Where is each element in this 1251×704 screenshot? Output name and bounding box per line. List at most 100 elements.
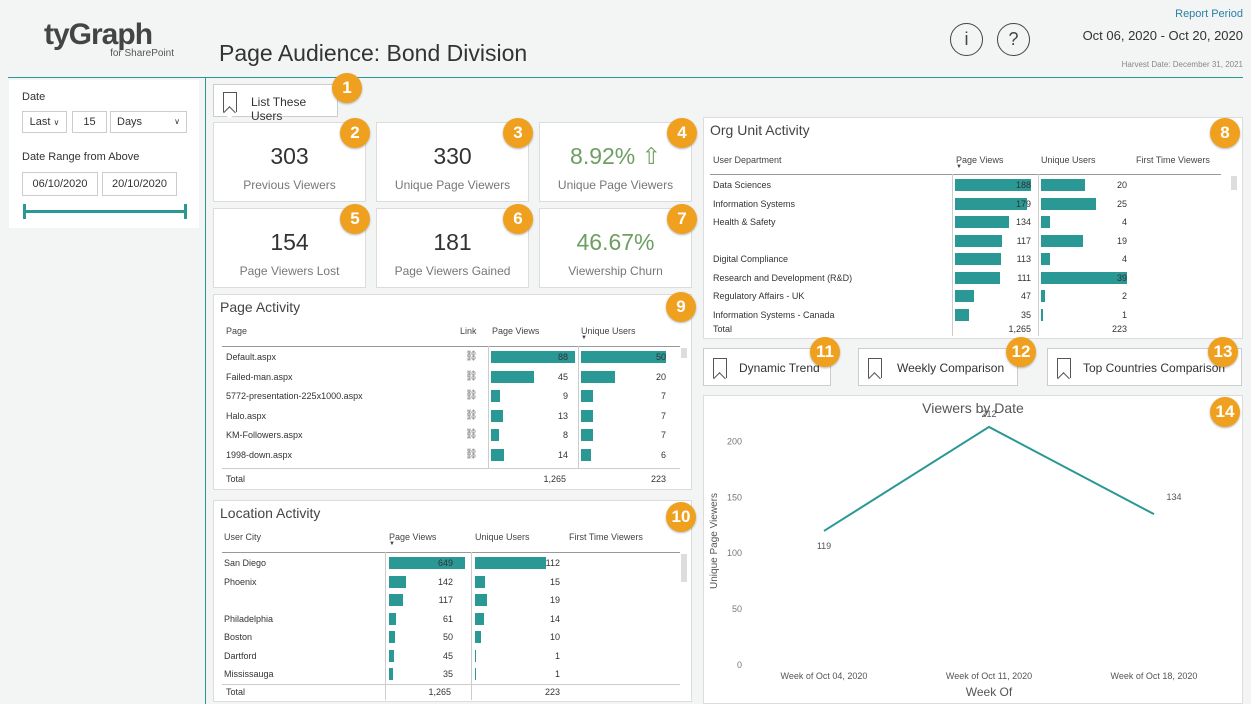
users-value: 4 (1121, 254, 1127, 264)
col-header-unique-users[interactable]: Unique Users (475, 532, 530, 542)
badge-10: 10 (666, 502, 696, 532)
col-header-unique-users[interactable]: Unique Users (581, 326, 636, 336)
views-value: 117 (1016, 235, 1031, 246)
badge-1: 1 (332, 73, 362, 103)
kpi-label: Page Viewers Gained (394, 264, 511, 278)
location-activity-title: Location Activity (220, 505, 321, 521)
users-value: 19 (549, 595, 560, 605)
col-header-page-views[interactable]: Page Views (492, 326, 539, 336)
weekly-comparison-button[interactable]: Weekly Comparison (858, 348, 1018, 386)
users-value: 25 (1116, 198, 1127, 209)
table-row[interactable]: Digital Compliance 113 4 (704, 251, 1224, 268)
link-icon[interactable]: ⛓ (465, 390, 478, 401)
table-row[interactable]: Research and Development (R&D) 111 39 (704, 270, 1224, 287)
table-row[interactable]: Information Systems - Canada 35 1 (704, 307, 1224, 324)
table-row[interactable]: Data Sciences 188 20 (704, 177, 1224, 194)
number-input[interactable]: 15 (72, 111, 107, 133)
table-row[interactable]: 1998-down.aspx ⛓ 14 6 (214, 447, 684, 465)
department-name: Information Systems - Canada (713, 309, 835, 320)
date-slider-handle-start[interactable] (23, 204, 26, 219)
table-row[interactable]: Default.aspx ⛓ 88 50 (214, 349, 684, 367)
col-header-user-department[interactable]: User Department (713, 155, 782, 165)
header-rule (222, 346, 680, 347)
city-name: Boston (224, 632, 253, 642)
col-header-page-views[interactable]: Page Views (956, 155, 1003, 165)
users-bar (581, 409, 593, 422)
table-row[interactable]: Philadelphia 61 14 (214, 611, 684, 628)
table-row[interactable]: Dartford 45 1 (214, 648, 684, 665)
table-row[interactable]: Phoenix 142 15 (214, 574, 684, 591)
table-row[interactable]: Mississauga 35 1 (214, 666, 684, 683)
chevron-down-icon: ∨ (174, 117, 180, 126)
sort-desc-icon[interactable]: ▼ (581, 335, 587, 341)
badge-12: 12 (1006, 337, 1036, 367)
col-header-first-time-viewers[interactable]: First Time Viewers (569, 532, 643, 542)
table-row[interactable]: Boston 50 10 (214, 629, 684, 646)
col-header-first-time-viewers[interactable]: First Time Viewers (1136, 155, 1210, 165)
link-icon[interactable]: ⛓ (465, 449, 478, 460)
help-icon[interactable]: ? (997, 23, 1030, 56)
location-activity-table: Location Activity User City Page Views ▼… (213, 500, 692, 702)
col-header-link[interactable]: Link (460, 326, 477, 336)
info-icon[interactable]: i (950, 23, 983, 56)
sort-desc-icon[interactable]: ▼ (956, 164, 962, 170)
table-row[interactable]: San Diego 649 112 (214, 555, 684, 572)
link-icon[interactable]: ⛓ (465, 410, 478, 421)
col-header-page-views[interactable]: Page Views (389, 532, 436, 542)
table-row[interactable]: 117 19 (214, 592, 684, 609)
kpi-label: Unique Page Viewers (394, 178, 511, 192)
col-header-user-city[interactable]: User City (224, 532, 261, 542)
date-slider-handle-end[interactable] (184, 204, 187, 219)
scrollbar[interactable] (1231, 176, 1237, 190)
table-row[interactable]: Halo.aspx ⛓ 13 7 (214, 408, 684, 426)
table-row[interactable]: Information Systems 179 25 (704, 196, 1224, 213)
kpi-label: Viewership Churn (568, 264, 663, 278)
list-users-button[interactable]: List These Users (213, 84, 338, 123)
relative-select[interactable]: Last ∨ (22, 111, 67, 133)
viewers-by-date-chart: Viewers by Date 0 50 100 150 200 Unique Page V… (703, 395, 1243, 704)
views-bar (491, 449, 505, 461)
header-divider (8, 77, 1243, 78)
link-icon[interactable]: ⛓ (465, 429, 478, 440)
users-value: 20 (655, 371, 666, 382)
link-icon[interactable]: ⛓ (465, 351, 478, 362)
users-value: 39 (1116, 272, 1127, 283)
users-value: 14 (549, 613, 560, 624)
bookmark-icon (1057, 358, 1071, 378)
users-value: 7 (660, 391, 666, 402)
users-value: 6 (660, 450, 666, 460)
sort-desc-icon[interactable]: ▼ (389, 541, 395, 547)
page-name: KM-Followers.aspx (226, 430, 303, 441)
table-row[interactable]: Regulatory Affairs - UK 47 2 (704, 288, 1224, 305)
views-value: 35 (1020, 309, 1031, 320)
users-bar (581, 429, 593, 442)
badge-13: 13 (1208, 337, 1238, 367)
unit-select[interactable]: Days ∨ (110, 111, 187, 133)
users-bar (581, 390, 593, 403)
city-name: San Diego (224, 558, 267, 568)
table-row[interactable]: Failed-man.aspx ⛓ 45 20 (214, 369, 684, 387)
scrollbar[interactable] (681, 348, 687, 358)
y-tick-label: 0 (737, 660, 742, 670)
col-header-page[interactable]: Page (226, 326, 247, 336)
date-slider-track[interactable] (25, 210, 185, 213)
y-tick-label: 100 (727, 548, 742, 558)
header-rule (222, 552, 680, 553)
scrollbar[interactable] (681, 554, 687, 582)
table-row[interactable]: 117 19 (704, 233, 1224, 250)
start-date-input[interactable]: 06/10/2020 (22, 172, 98, 196)
table-row[interactable]: 5772-presentation-225x1000.aspx ⛓ 9 7 (214, 388, 684, 406)
table-row[interactable]: KM-Followers.aspx ⛓ 8 7 (214, 427, 684, 445)
kpi-label: Previous Viewers (243, 178, 336, 192)
badge-3: 3 (503, 118, 533, 148)
col-header-unique-users[interactable]: Unique Users (1041, 155, 1096, 165)
link-icon[interactable]: ⛓ (465, 371, 478, 382)
table-row[interactable]: Health & Safety 134 4 (704, 214, 1224, 231)
views-value: 45 (442, 650, 453, 661)
dynamic-trend-label: Dynamic Trend (739, 361, 820, 375)
sidebar-divider (205, 77, 206, 704)
relative-option: Last (29, 116, 51, 128)
users-value: 19 (1116, 235, 1127, 246)
page-name: 5772-presentation-225x1000.aspx (226, 391, 363, 402)
end-date-input[interactable]: 20/10/2020 (102, 172, 177, 196)
